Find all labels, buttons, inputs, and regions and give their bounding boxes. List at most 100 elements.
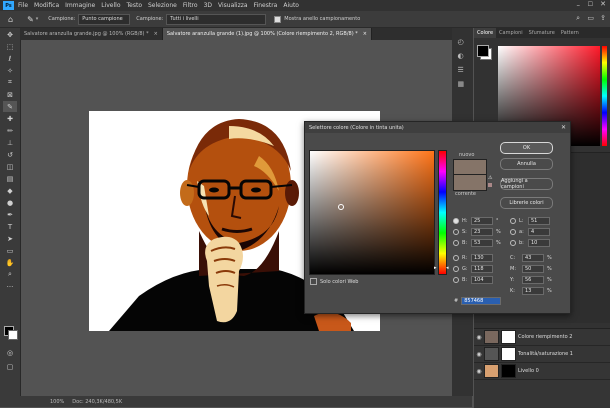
- cancel-button[interactable]: Annulla: [500, 158, 553, 170]
- saturation-radio[interactable]: [453, 228, 459, 235]
- blue-radio[interactable]: [453, 276, 459, 283]
- lightness-radio[interactable]: [510, 217, 516, 224]
- path-select-icon[interactable]: ➤: [3, 233, 17, 244]
- eraser-tool-icon[interactable]: ◫: [3, 161, 17, 172]
- current-color-swatch[interactable]: [453, 174, 487, 191]
- menu-file[interactable]: File: [18, 2, 28, 9]
- hue-slider[interactable]: [438, 150, 447, 275]
- hue-slider-left-arrow-icon[interactable]: ▸: [434, 265, 437, 271]
- color-field-cursor[interactable]: [338, 204, 344, 210]
- sample-size-select[interactable]: Punto campione: [78, 13, 131, 25]
- marquee-tool-icon[interactable]: ⬚: [3, 41, 17, 52]
- web-safe-cube-icon[interactable]: [488, 183, 492, 187]
- web-colors-checkbox[interactable]: [310, 278, 317, 285]
- b-channel-input[interactable]: 10: [528, 238, 550, 247]
- clone-stamp-icon[interactable]: ⊥: [3, 137, 17, 148]
- green-radio[interactable]: [453, 265, 459, 272]
- brush-tool-icon[interactable]: ✏: [3, 125, 17, 136]
- adjustments-icon[interactable]: ◐: [458, 52, 468, 60]
- add-to-swatches-button[interactable]: Aggiungi a campioni: [500, 178, 553, 190]
- history-icon[interactable]: ◴: [458, 38, 468, 46]
- panel-foreground-swatch[interactable]: [477, 45, 489, 57]
- menu-aiuto[interactable]: Aiuto: [283, 2, 299, 9]
- workspace-icon[interactable]: ▭: [587, 14, 594, 22]
- show-ring-checkbox[interactable]: [274, 15, 282, 23]
- search-icon[interactable]: ⌕: [576, 14, 580, 23]
- brightness-input[interactable]: 53: [471, 238, 493, 247]
- move-tool-icon[interactable]: ✥: [3, 29, 17, 40]
- tab-document-1[interactable]: Salvatore aranzulla grande.jpg @ 100% (R…: [20, 28, 163, 40]
- color-field[interactable]: [309, 150, 435, 275]
- menu-3d[interactable]: 3D: [204, 2, 212, 9]
- dialog-title-bar[interactable]: Selettore colore (Colore in tinta unita)…: [305, 122, 570, 133]
- home-icon[interactable]: ⌂: [8, 15, 13, 24]
- visibility-eye-icon[interactable]: ◉: [474, 351, 484, 358]
- maximize-icon[interactable]: ☐: [588, 1, 593, 8]
- visibility-eye-icon[interactable]: ◉: [474, 368, 484, 375]
- dodge-tool-icon[interactable]: ●: [3, 197, 17, 208]
- sample-layers-select[interactable]: Tutti i livelli: [166, 13, 267, 25]
- libraries-icon[interactable]: ▦: [458, 80, 468, 88]
- hue-radio[interactable]: [453, 217, 459, 224]
- history-brush-icon[interactable]: ↺: [3, 149, 17, 160]
- eyedropper-icon[interactable]: ✎: [3, 101, 17, 112]
- rectangle-tool-icon[interactable]: ▭: [3, 245, 17, 256]
- a-channel-input[interactable]: 4: [528, 227, 550, 236]
- black-input[interactable]: 13: [522, 286, 544, 295]
- yellow-input[interactable]: 56: [522, 275, 544, 284]
- menu-livello[interactable]: Livello: [101, 2, 120, 9]
- layer-row[interactable]: ◉ Livello 0: [474, 363, 610, 380]
- zoom-level[interactable]: 100%: [50, 399, 64, 405]
- frame-tool-icon[interactable]: ⊠: [3, 89, 17, 100]
- lasso-tool-icon[interactable]: ℓ: [3, 53, 17, 64]
- close-icon[interactable]: ✕: [600, 0, 606, 8]
- share-icon[interactable]: ⇪: [600, 14, 606, 22]
- menu-modifica[interactable]: Modifica: [34, 2, 59, 9]
- red-input[interactable]: 130: [471, 253, 493, 262]
- tab-close-icon[interactable]: ×: [363, 31, 367, 37]
- eyedropper-tool-icon[interactable]: ✎: [27, 15, 34, 24]
- zoom-tool-icon[interactable]: ⌕: [3, 269, 17, 280]
- quick-mask-icon[interactable]: ◎: [3, 347, 17, 358]
- gamut-warning-icon[interactable]: ⚠: [488, 175, 492, 181]
- blue-input[interactable]: 104: [471, 275, 493, 284]
- properties-icon[interactable]: ☰: [458, 66, 468, 74]
- color-libraries-button[interactable]: Librerie colori: [500, 197, 553, 209]
- tool-preset-chevron-icon[interactable]: ▾: [36, 16, 39, 22]
- menu-immagine[interactable]: Immagine: [65, 2, 95, 9]
- gradient-tool-icon[interactable]: ▤: [3, 173, 17, 184]
- layer-row[interactable]: ◉ Tonalità/saturazione 1: [474, 346, 610, 363]
- menu-finestra[interactable]: Finestra: [254, 2, 278, 9]
- menu-filtro[interactable]: Filtro: [183, 2, 198, 9]
- dialog-close-icon[interactable]: ✕: [561, 124, 566, 131]
- hex-input[interactable]: 857468: [461, 297, 502, 305]
- tab-document-2[interactable]: Salvatore aranzulla grande (1).jpg @ 100…: [162, 28, 372, 40]
- magenta-input[interactable]: 50: [522, 264, 544, 273]
- brightness-radio[interactable]: [453, 239, 459, 246]
- saturation-input[interactable]: 23: [471, 227, 493, 236]
- blur-tool-icon[interactable]: ◆: [3, 185, 17, 196]
- pen-tool-icon[interactable]: ✒: [3, 209, 17, 220]
- hand-tool-icon[interactable]: ✋: [3, 257, 17, 268]
- menu-testo[interactable]: Testo: [127, 2, 143, 9]
- panel-hue-slider[interactable]: [602, 46, 607, 146]
- layer-row[interactable]: ◉ Colore riempimento 2: [474, 329, 610, 346]
- b-channel-radio[interactable]: [510, 239, 516, 246]
- cyan-input[interactable]: 43: [522, 253, 544, 262]
- more-tools-icon[interactable]: ···: [3, 281, 17, 292]
- tab-pattern[interactable]: Pattern: [558, 28, 582, 38]
- crop-tool-icon[interactable]: ⌗: [3, 77, 17, 88]
- background-color-swatch[interactable]: [8, 330, 18, 340]
- tab-sfumature[interactable]: Sfumature: [526, 28, 558, 38]
- lightness-input[interactable]: 51: [528, 216, 550, 225]
- tab-campioni[interactable]: Campioni: [496, 28, 526, 38]
- visibility-eye-icon[interactable]: ◉: [474, 334, 484, 341]
- ok-button[interactable]: OK: [500, 142, 553, 154]
- a-channel-radio[interactable]: [510, 228, 516, 235]
- hue-input[interactable]: 25: [471, 216, 493, 225]
- menu-visualizza[interactable]: Visualizza: [218, 2, 248, 9]
- screen-mode-icon[interactable]: ▢: [3, 361, 17, 372]
- menu-selezione[interactable]: Selezione: [148, 2, 177, 9]
- green-input[interactable]: 118: [471, 264, 493, 273]
- tab-close-icon[interactable]: ×: [154, 31, 158, 37]
